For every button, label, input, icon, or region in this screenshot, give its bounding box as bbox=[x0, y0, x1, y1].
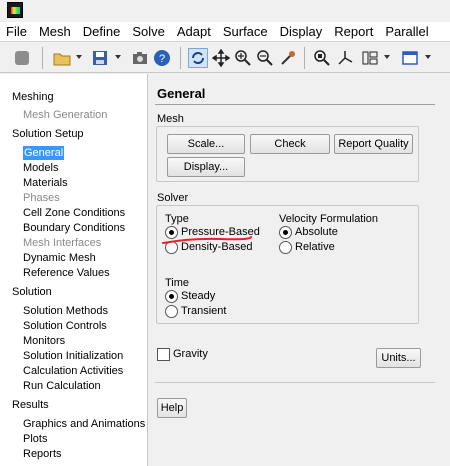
menu-report[interactable]: Report bbox=[328, 24, 379, 39]
absolute-label[interactable]: Absolute bbox=[295, 226, 338, 238]
report-quality-button[interactable]: Report Quality bbox=[334, 134, 413, 154]
menu-define[interactable]: Define bbox=[77, 24, 127, 39]
menu-mesh[interactable]: Mesh bbox=[33, 24, 77, 39]
tree-item-run-calculation[interactable]: Run Calculation bbox=[23, 379, 101, 393]
tree-item-calculation-activities[interactable]: Calculation Activities bbox=[23, 364, 123, 378]
tree-item-mesh-interfaces[interactable]: Mesh Interfaces bbox=[23, 236, 101, 250]
transient-label[interactable]: Transient bbox=[181, 305, 226, 317]
layout-icon[interactable] bbox=[360, 48, 380, 68]
open-dropdown-icon[interactable] bbox=[76, 55, 82, 59]
zoom-fit-icon[interactable] bbox=[312, 48, 332, 68]
tree-item-phases[interactable]: Phases bbox=[23, 191, 60, 205]
tree-item-solution-methods[interactable]: Solution Methods bbox=[23, 304, 108, 318]
layout-dropdown-icon[interactable] bbox=[384, 55, 390, 59]
save-dropdown-icon[interactable] bbox=[115, 55, 121, 59]
general-task-panel: General Mesh Scale... Check Report Quali… bbox=[149, 74, 450, 466]
tree-item-reports[interactable]: Reports bbox=[23, 447, 62, 461]
time-label: Time bbox=[165, 277, 190, 289]
menu-surface[interactable]: Surface bbox=[217, 24, 274, 39]
tree-section-solution[interactable]: Solution bbox=[12, 285, 52, 299]
help-button[interactable]: Help bbox=[157, 398, 187, 418]
tree-item-models[interactable]: Models bbox=[23, 161, 58, 175]
menu-bar: File Mesh Define Solve Adapt Surface Dis… bbox=[0, 22, 450, 42]
tree-item-reference-values[interactable]: Reference Values bbox=[23, 266, 110, 280]
check-button[interactable]: Check bbox=[250, 134, 330, 154]
navigation-tree: Meshing Mesh Generation Solution Setup G… bbox=[0, 74, 148, 466]
title-divider bbox=[155, 104, 435, 105]
tree-section-meshing[interactable]: Meshing bbox=[12, 90, 54, 104]
toolbar-separator bbox=[304, 47, 305, 69]
svg-text:?: ? bbox=[159, 53, 165, 65]
tree-section-solution-setup[interactable]: Solution Setup bbox=[12, 127, 84, 141]
gravity-checkbox[interactable] bbox=[157, 348, 170, 361]
menu-file[interactable]: File bbox=[0, 24, 33, 39]
scale-button[interactable]: Scale... bbox=[167, 134, 245, 154]
toolbar: ? bbox=[0, 43, 450, 73]
tree-item-materials[interactable]: Materials bbox=[23, 176, 68, 190]
display-button[interactable]: Display... bbox=[167, 157, 245, 177]
camera-icon[interactable] bbox=[130, 48, 150, 68]
window-dropdown-icon[interactable] bbox=[425, 55, 431, 59]
steady-label[interactable]: Steady bbox=[181, 290, 215, 302]
tree-item-solution-initialization[interactable]: Solution Initialization bbox=[23, 349, 123, 363]
toolbar-separator bbox=[180, 47, 181, 69]
tree-item-general[interactable]: General bbox=[23, 146, 65, 160]
tree-item-cell-zone-conditions[interactable]: Cell Zone Conditions bbox=[23, 206, 125, 220]
zoom-in-icon[interactable] bbox=[233, 48, 253, 68]
help-icon[interactable]: ? bbox=[152, 48, 172, 68]
tree-item-boundary-conditions[interactable]: Boundary Conditions bbox=[23, 221, 125, 235]
bottom-divider bbox=[155, 382, 435, 383]
save-icon[interactable] bbox=[90, 48, 110, 68]
menu-adapt[interactable]: Adapt bbox=[171, 24, 217, 39]
window-icon[interactable] bbox=[400, 48, 420, 68]
page-title: General bbox=[157, 86, 206, 101]
tree-section-results[interactable]: Results bbox=[12, 398, 49, 412]
tree-item-graphics-and-animations[interactable]: Graphics and Animations bbox=[23, 417, 145, 431]
menu-parallel[interactable]: Parallel bbox=[379, 24, 434, 39]
probe-icon[interactable] bbox=[278, 48, 298, 68]
move-icon[interactable] bbox=[211, 48, 231, 68]
open-folder-icon[interactable] bbox=[52, 48, 72, 68]
rotate-icon[interactable] bbox=[188, 48, 208, 68]
title-bar bbox=[0, 0, 450, 22]
toolbar-separator bbox=[42, 47, 43, 69]
solver-group-label: Solver bbox=[157, 192, 189, 204]
transient-radio[interactable] bbox=[165, 305, 178, 318]
tree-item-monitors[interactable]: Monitors bbox=[23, 334, 65, 348]
axes-icon[interactable] bbox=[335, 48, 355, 68]
mesh-group-label: Mesh bbox=[157, 113, 184, 125]
tree-item-solution-controls[interactable]: Solution Controls bbox=[23, 319, 107, 333]
tree-item-mesh-generation[interactable]: Mesh Generation bbox=[23, 108, 107, 122]
menu-solve[interactable]: Solve bbox=[126, 24, 171, 39]
menu-display[interactable]: Display bbox=[274, 24, 329, 39]
relative-radio[interactable] bbox=[279, 241, 292, 254]
zoom-box-icon[interactable] bbox=[255, 48, 275, 68]
units-button[interactable]: Units... bbox=[376, 348, 421, 368]
relative-label[interactable]: Relative bbox=[295, 241, 335, 253]
app-icon bbox=[7, 2, 23, 18]
velocity-formulation-label: Velocity Formulation bbox=[279, 213, 379, 225]
gravity-label[interactable]: Gravity bbox=[173, 348, 208, 360]
type-label: Type bbox=[165, 213, 189, 225]
tree-item-plots[interactable]: Plots bbox=[23, 432, 47, 446]
red-annotation-underline bbox=[162, 236, 252, 244]
absolute-radio[interactable] bbox=[279, 226, 292, 239]
steady-radio[interactable] bbox=[165, 290, 178, 303]
tree-item-dynamic-mesh[interactable]: Dynamic Mesh bbox=[23, 251, 96, 265]
stop-icon[interactable] bbox=[12, 48, 32, 68]
